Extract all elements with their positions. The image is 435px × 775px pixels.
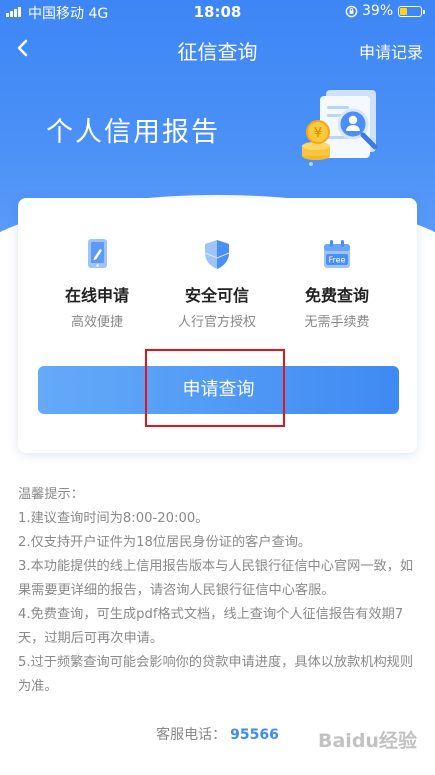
battery-percent: 39%: [362, 3, 394, 19]
free-badge: Free: [329, 256, 346, 265]
nav-bar: 征信查询 申请记录: [0, 24, 435, 74]
tip-item: 5.过于频繁查询可能会影响你的贷款申请进度，具体以放款机构规则为准。: [18, 655, 414, 694]
feature-subtitle: 高效便捷: [70, 315, 123, 330]
feature-title: 安全可信: [184, 286, 249, 305]
phone-pen-icon: [88, 239, 107, 268]
battery-icon: [398, 6, 425, 17]
tip-item: 4.免费查询，可生成pdf格式文档，线上查询个人征信报告有效期7天，过期后可再次…: [18, 607, 404, 646]
service-label: 客服电话：: [156, 727, 227, 743]
svg-text:¥: ¥: [314, 126, 322, 141]
calendar-free-icon: Free: [324, 240, 350, 268]
watermark: Baidu经验: [318, 730, 417, 752]
credit-report-illustration: ¥: [302, 90, 378, 166]
feature-free: Free 免费查询 无需手续费: [272, 238, 402, 330]
annotation-highlight-box: [145, 349, 285, 427]
records-link[interactable]: 申请记录: [359, 39, 423, 63]
feature-safe: 安全可信 人行官方授权: [152, 238, 282, 330]
status-bar: 中国移动 4G 18:08 39%: [0, 0, 435, 24]
tip-item: 2.仅支持开户证件为18位居民身份证的客户查询。: [18, 535, 312, 550]
feature-subtitle: 人行官方授权: [177, 315, 256, 330]
tips-section: 温馨提示： 1.建议查询时间为8:00-20:00。 2.仅支持开户证件为18位…: [18, 483, 420, 699]
feature-subtitle: 无需手续费: [304, 315, 370, 330]
shield-icon: [204, 240, 230, 269]
service-phone-number[interactable]: 95566: [230, 727, 279, 743]
feature-title: 免费查询: [304, 286, 369, 305]
feature-online-apply: 在线申请 高效便捷: [32, 238, 162, 330]
tips-heading: 温馨提示：: [18, 487, 84, 502]
tip-item: 1.建议查询时间为8:00-20:00。: [18, 511, 209, 526]
tip-item: 3.本功能提供的线上信用报告版本与人民银行征信中心官网一致，如果需要更详细的报告…: [18, 559, 414, 598]
rotation-lock-icon: [345, 5, 358, 18]
feature-title: 在线申请: [64, 286, 129, 305]
hero-title: 个人信用报告: [46, 117, 220, 148]
